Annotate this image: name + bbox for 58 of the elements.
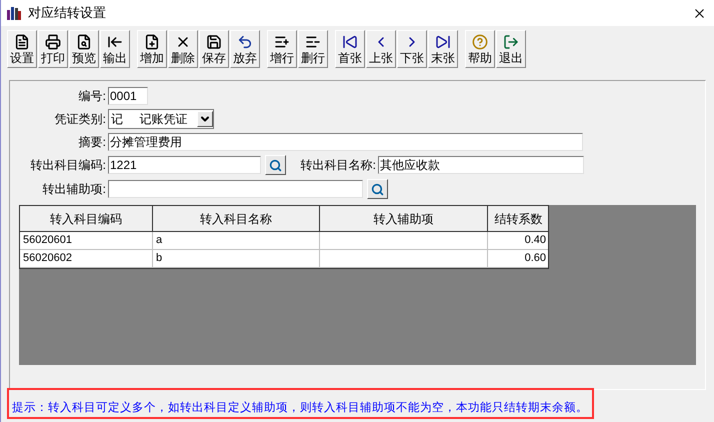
field-label: 转出辅助项: bbox=[42, 181, 106, 198]
field-label: 凭证类别: bbox=[54, 111, 106, 128]
search-button[interactable] bbox=[367, 179, 388, 199]
remove-row-icon bbox=[305, 34, 321, 50]
undo-icon bbox=[237, 34, 253, 50]
toolbar-button[interactable]: 首张 bbox=[335, 30, 365, 68]
table-cell: 56020602 bbox=[20, 250, 153, 268]
field-label: 转出科目编码: bbox=[30, 157, 106, 174]
toolbar-button[interactable]: 末张 bbox=[428, 30, 458, 68]
table-cell: 0.60 bbox=[488, 250, 548, 268]
column-header: 转入辅助项 bbox=[320, 206, 488, 232]
toolbar-button[interactable]: 打印 bbox=[38, 30, 68, 68]
toolbar-button[interactable]: 帮助 bbox=[465, 30, 495, 68]
first-icon bbox=[342, 34, 358, 50]
input-field[interactable]: 1221 bbox=[108, 156, 261, 174]
column-header: 转入科目名称 bbox=[153, 206, 320, 232]
input-field[interactable] bbox=[108, 180, 363, 198]
input-field[interactable]: 其他应收款 bbox=[378, 156, 584, 174]
column-header: 结转系数 bbox=[488, 206, 548, 232]
toolbar-button[interactable]: 下张 bbox=[397, 30, 427, 68]
search-icon bbox=[371, 182, 384, 196]
printer-icon bbox=[45, 34, 61, 50]
toolbar-button[interactable]: 增加 bbox=[137, 30, 167, 68]
input-field[interactable]: 分摊管理费用 bbox=[108, 133, 583, 151]
toolbar-button[interactable]: 上张 bbox=[366, 30, 396, 68]
search-icon bbox=[269, 158, 282, 172]
save-icon bbox=[206, 34, 222, 50]
hint-text: 提示：转入科目可定义多个，如转出科目定义辅助项，则转入科目辅助项不能为空，本功能只结转期末余额。 bbox=[12, 401, 588, 415]
table-cell: 0.40 bbox=[488, 232, 548, 250]
table-cell: a bbox=[153, 232, 320, 250]
toolbar-button[interactable]: 退出 bbox=[496, 30, 526, 68]
toolbar-button[interactable]: 设置 bbox=[7, 30, 37, 68]
exit-icon bbox=[503, 34, 519, 50]
toolbar-button[interactable]: 增行 bbox=[267, 30, 297, 68]
search-button[interactable] bbox=[265, 155, 286, 175]
field-label: 摘要: bbox=[78, 134, 106, 151]
document-icon bbox=[14, 34, 30, 50]
toolbar-button[interactable]: 删除 bbox=[168, 30, 198, 68]
add-row-icon bbox=[274, 34, 290, 50]
toolbar-button[interactable]: 删行 bbox=[298, 30, 328, 68]
column-header: 转入科目编码 bbox=[20, 206, 153, 232]
books-icon bbox=[6, 5, 22, 21]
last-icon bbox=[435, 34, 451, 50]
toolbar-button[interactable]: 预览 bbox=[69, 30, 99, 68]
preview-icon bbox=[76, 34, 92, 50]
toolbar-button[interactable]: 放弃 bbox=[230, 30, 260, 68]
toolbar-button[interactable]: 输出 bbox=[100, 30, 130, 68]
table-cell: b bbox=[153, 250, 320, 268]
input-field[interactable]: 0001 bbox=[108, 87, 148, 105]
toolbar-button[interactable]: 保存 bbox=[199, 30, 229, 68]
voucher-type-dropdown[interactable]: 记 记账凭证 bbox=[108, 109, 214, 129]
window-title: 对应结转设置 bbox=[28, 4, 107, 22]
field-label: 转出科目名称: bbox=[300, 157, 376, 174]
add-document-icon bbox=[144, 34, 160, 50]
field-label: 编号: bbox=[78, 88, 106, 105]
export-icon bbox=[107, 34, 123, 50]
table-cell: 56020601 bbox=[20, 232, 153, 250]
help-icon bbox=[472, 34, 488, 50]
